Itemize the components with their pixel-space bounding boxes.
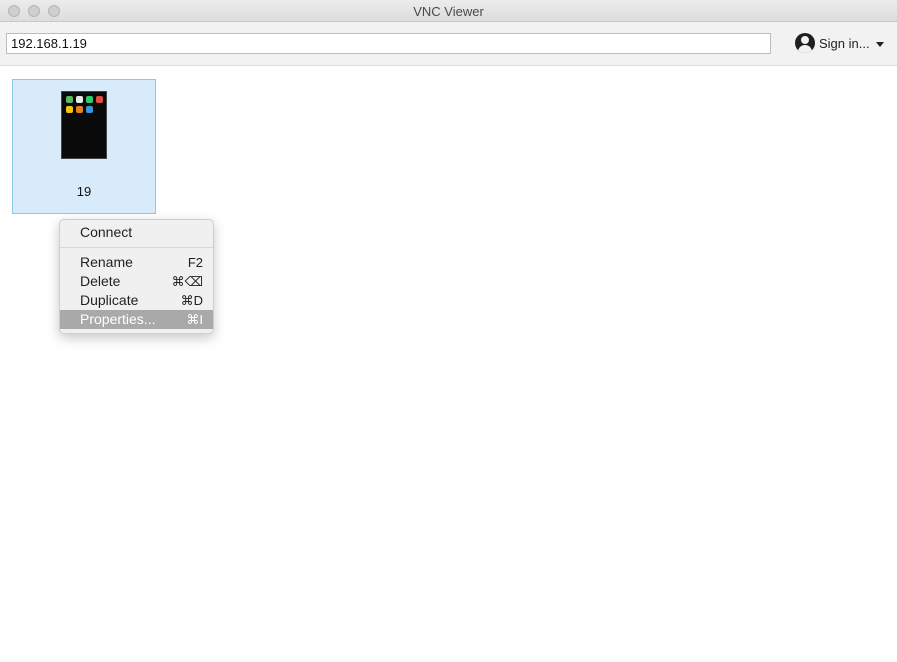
menu-item-label: Properties... xyxy=(80,311,156,327)
address-input[interactable] xyxy=(6,33,771,54)
menu-item-delete[interactable]: Delete ⌘⌫ xyxy=(60,272,213,291)
app-icon xyxy=(86,96,93,103)
menu-item-rename[interactable]: Rename F2 xyxy=(60,253,213,272)
vnc-viewer-window: VNC Viewer Sign in... 19 Connect xyxy=(0,0,897,662)
toolbar: Sign in... xyxy=(0,22,897,66)
connection-tile-label: 19 xyxy=(76,184,92,199)
desktop-thumbnail xyxy=(61,91,107,159)
app-icon xyxy=(66,96,73,103)
connection-tile[interactable]: 19 xyxy=(12,79,156,214)
menu-item-shortcut: F2 xyxy=(187,255,203,270)
menu-item-shortcut: ⌘⌫ xyxy=(171,274,203,289)
title-bar: VNC Viewer xyxy=(0,0,897,22)
menu-separator xyxy=(60,247,213,248)
menu-item-shortcut: ⌘I xyxy=(186,312,203,327)
app-icon xyxy=(66,106,73,113)
context-menu: Connect Rename F2 Delete ⌘⌫ Duplicate ⌘D… xyxy=(59,219,214,334)
user-icon xyxy=(795,33,815,53)
sign-in-button[interactable]: Sign in... xyxy=(795,32,884,54)
chevron-down-icon xyxy=(875,41,884,47)
menu-item-label: Rename xyxy=(80,254,133,270)
app-icon xyxy=(96,96,103,103)
window-title: VNC Viewer xyxy=(413,4,484,19)
app-icon xyxy=(86,106,93,113)
menu-item-connect[interactable]: Connect xyxy=(60,223,213,242)
app-icon xyxy=(76,106,83,113)
menu-item-shortcut: ⌘D xyxy=(180,293,203,308)
menu-item-duplicate[interactable]: Duplicate ⌘D xyxy=(60,291,213,310)
menu-item-label: Connect xyxy=(80,224,133,240)
menu-item-label: Duplicate xyxy=(80,292,139,308)
menu-item-label: Delete xyxy=(80,273,121,289)
app-icon xyxy=(76,96,83,103)
address-book-area: 19 Connect Rename F2 Delete ⌘⌫ Duplicate… xyxy=(0,66,897,662)
menu-item-properties[interactable]: Properties... ⌘I xyxy=(60,310,213,329)
sign-in-label: Sign in... xyxy=(819,35,870,51)
